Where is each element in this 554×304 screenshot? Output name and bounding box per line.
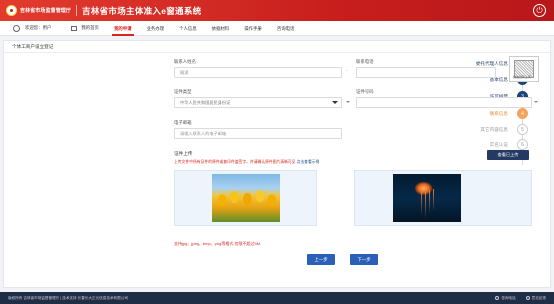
app-header: 吉林省市场监督管理厅 吉林省市场主体准入e窗通系统 ⏻ [0, 0, 554, 21]
required-dot: · [346, 68, 348, 74]
id-type-select[interactable]: 中华人民共和国居民身份证 [174, 97, 342, 108]
footer-copyright: 版权所有 吉林省市场监督管理厅 | 技术支持 长春长大正元信息技术有限公司 [8, 295, 128, 300]
next-step-button[interactable]: 下一步 [350, 254, 378, 265]
step-number: 4 [517, 108, 528, 119]
email-label: 电子邮箱 [174, 120, 192, 125]
feedback-icon [525, 295, 530, 300]
upload-notice-text: 上传文件中所有证件的原件或复印件盖签字，并请确认原件图片清晰可见 [174, 160, 297, 164]
step-number: 6 [517, 139, 528, 150]
org-name: 吉林省市场监督管理厅 [20, 8, 72, 14]
step-label: 委托代理人信息 [475, 60, 508, 66]
step-5[interactable]: 其它内容信息 5 [480, 124, 528, 135]
step-6[interactable]: 实名认证 6 [490, 139, 528, 150]
contact-phone-label: 联系电话 [356, 59, 374, 64]
step-number: 5 [517, 124, 528, 135]
nav-item-manual[interactable]: 操作手册 [244, 21, 262, 36]
nav-item-my-applications[interactable]: 我的申请 [111, 21, 134, 36]
user-label: 欢迎您：用户 [25, 25, 52, 30]
national-emblem-icon [6, 5, 17, 16]
uploaded-image-front [212, 174, 280, 222]
nav-item-materials[interactable]: 依据材料 [212, 21, 230, 36]
contact-name-field[interactable]: 同洋 [174, 67, 342, 78]
footer-feedback[interactable]: 意见反馈 [525, 295, 546, 301]
page-title: 个体工商户设立登记 [12, 44, 54, 49]
id-type-label: 证件类型 [174, 89, 192, 94]
logout-power-icon[interactable]: ⏻ [533, 4, 546, 17]
chevron-down-icon [534, 101, 538, 103]
contact-name-label: 联系人姓名 [174, 59, 196, 64]
uploaded-image-back [393, 174, 461, 222]
view-uploaded-button[interactable]: 查看已上传 [487, 150, 529, 160]
system-title: 吉林省市场主体准入e窗通系统 [82, 5, 202, 16]
contact-phone-field[interactable] [356, 67, 496, 78]
nav-home[interactable]: 我的首页 [71, 25, 99, 31]
nav-item-business[interactable]: 业务办理 [147, 21, 165, 36]
prev-step-button[interactable]: 上一步 [307, 254, 335, 265]
upload-notice: 上传文件中所有证件的原件或复印件盖签字，并请确认原件图片清晰可见 点击查看示例 [174, 160, 319, 165]
footer-feedback-label: 意见反馈 [531, 295, 546, 300]
tentacle-shape [433, 189, 434, 211]
footer-service[interactable]: 咨询电话 [495, 295, 516, 301]
example-link[interactable]: 点击查看示例 [297, 160, 320, 164]
id-number-label: 证件号码 [356, 89, 374, 94]
qr-note: 微信扫码上传 [513, 75, 532, 79]
tentacle-shape [429, 190, 430, 214]
nav-item-hotline[interactable]: 咨询电话 [277, 21, 295, 36]
user-greeting[interactable]: 欢迎您：用户 [13, 24, 52, 32]
header-divider [76, 5, 78, 16]
format-notice: 支持jpg、jpeg、bmp、png等格式 仅限不超过5M [174, 241, 261, 246]
chevron-down-icon[interactable] [332, 101, 338, 104]
step-label: 其它内容信息 [480, 126, 508, 132]
chevron-down-icon [346, 101, 350, 103]
step-label: 联系信息 [489, 110, 508, 116]
footer-links: 咨询电话 意见反馈 [495, 296, 546, 301]
step-4[interactable]: 联系信息 4 [490, 108, 528, 119]
nav-item-profile[interactable]: 个人信息 [179, 21, 197, 36]
title-divider [4, 52, 550, 53]
footer-service-label: 咨询电话 [501, 295, 516, 300]
top-nav: 欢迎您：用户 我的首页 我的申请 业务办理 个人信息 依据材料 操作手册 咨询电… [0, 21, 554, 36]
upload-section-label: 证件上传 [174, 151, 193, 156]
footer: 版权所有 吉林省市场监督管理厅 | 技术支持 长春长大正元信息技术有限公司 咨询… [0, 292, 554, 304]
user-icon [13, 24, 20, 32]
tentacle-shape [421, 190, 422, 216]
id-number-field[interactable] [356, 97, 532, 108]
tentacle-shape [425, 191, 426, 220]
email-field[interactable]: 请输入联系人的电子邮箱 [174, 128, 342, 139]
phone-icon [495, 295, 500, 300]
step-label: 实名认证 [489, 141, 508, 147]
home-icon [71, 25, 78, 31]
main-panel: 个体工商户设立登记 委托代理人信息 1 基本信息 2 许可经营 3 联系信息 4… [3, 40, 551, 288]
home-label: 我的首页 [81, 25, 99, 30]
